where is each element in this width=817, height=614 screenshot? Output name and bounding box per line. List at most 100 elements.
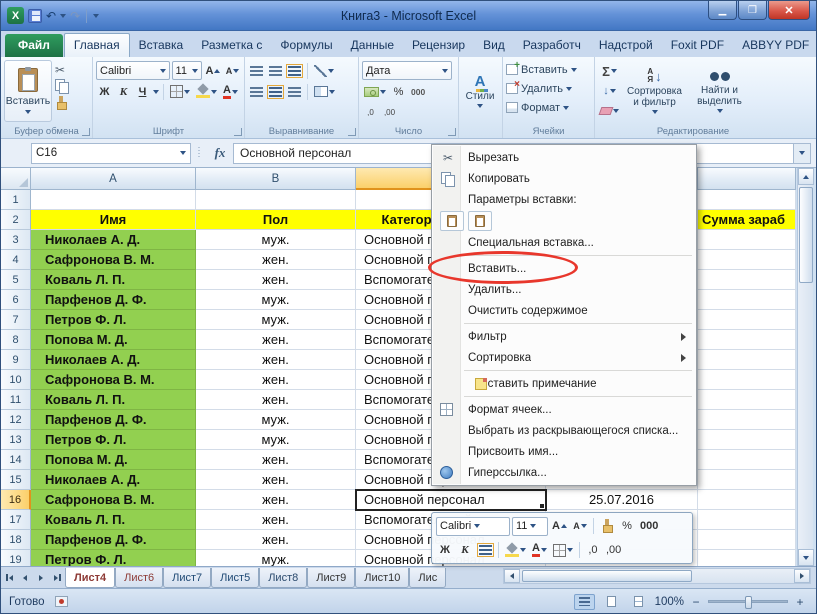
copy-icon[interactable]: [55, 79, 69, 93]
sheet-tab-Лист5[interactable]: Лист5: [211, 568, 259, 588]
mini-italic-button[interactable]: К: [456, 541, 474, 560]
macro-record-icon[interactable]: [55, 596, 68, 607]
cell-A10[interactable]: Сафронова В. М.: [31, 370, 196, 390]
align-center-button[interactable]: [267, 83, 284, 101]
ribbon-tab-Главная[interactable]: Главная: [64, 33, 130, 57]
cell-B11[interactable]: жен.: [196, 390, 356, 410]
mini-percent-button[interactable]: %: [618, 517, 636, 536]
bold-button[interactable]: Ж: [96, 83, 113, 101]
save-icon[interactable]: [28, 9, 42, 23]
horizontal-scrollbar-thumb[interactable]: [522, 570, 692, 582]
name-box-dropdown-icon[interactable]: [180, 151, 186, 155]
zoom-level[interactable]: 100%: [655, 596, 684, 608]
italic-button[interactable]: К: [115, 83, 132, 101]
cell-B7[interactable]: муж.: [196, 310, 356, 330]
minimize-button[interactable]: ▁: [708, 1, 737, 20]
row-header-11[interactable]: 11: [1, 390, 31, 410]
cell-D16[interactable]: 25.07.2016: [546, 490, 698, 510]
menu-item-Вставить-примечание[interactable]: Вставить примечание: [433, 373, 695, 394]
menu-item-Фильтр[interactable]: Фильтр: [433, 326, 695, 347]
cell-E6[interactable]: [698, 290, 796, 310]
zoom-slider[interactable]: [708, 600, 788, 603]
menu-item-Присвоить-имя-[interactable]: Присвоить имя...: [433, 441, 695, 462]
menu-item-Гиперссылка-[interactable]: Гиперссылка...: [433, 462, 695, 483]
menu-item-Вставить-[interactable]: Вставить...: [433, 258, 695, 279]
zoom-in-button[interactable]: +: [794, 595, 806, 609]
underline-dropdown-icon[interactable]: [153, 90, 159, 94]
mini-borders-button[interactable]: [551, 541, 575, 560]
mini-bold-button[interactable]: Ж: [436, 541, 454, 560]
menu-item-Вырезать[interactable]: Вырезать: [433, 147, 695, 168]
orientation-button[interactable]: [312, 62, 336, 80]
cell-E13[interactable]: [698, 430, 796, 450]
comma-style-button[interactable]: 000: [409, 83, 427, 101]
mini-font-color-button[interactable]: [530, 541, 549, 560]
view-page-layout-button[interactable]: [601, 594, 622, 610]
col-header-E[interactable]: [698, 168, 796, 190]
mini-comma-style-button[interactable]: 000: [638, 517, 660, 536]
ribbon-tab-Надстрой[interactable]: Надстрой: [590, 34, 662, 57]
cell-A19[interactable]: Петров Ф. Л.: [31, 550, 196, 566]
decrease-decimal-button[interactable]: ,00: [381, 104, 398, 122]
ribbon-tab-Данные[interactable]: Данные: [342, 34, 403, 57]
view-page-break-button[interactable]: [628, 594, 649, 610]
mini-center-button[interactable]: [476, 541, 494, 560]
accounting-format-button[interactable]: [362, 83, 388, 101]
cell-E17[interactable]: [698, 510, 796, 530]
cell-E4[interactable]: [698, 250, 796, 270]
borders-button[interactable]: [168, 83, 192, 101]
horizontal-scrollbar[interactable]: [503, 568, 811, 584]
next-sheet-button[interactable]: [33, 567, 49, 588]
cell-B12[interactable]: муж.: [196, 410, 356, 430]
cell-B16[interactable]: жен.: [196, 490, 356, 510]
scroll-up-button[interactable]: [798, 168, 814, 185]
cell-B19[interactable]: муж.: [196, 550, 356, 566]
col-header-A[interactable]: A: [31, 168, 196, 190]
ribbon-tab-Рецензир[interactable]: Рецензир: [403, 34, 474, 57]
ribbon-tab-Вид[interactable]: Вид: [474, 34, 514, 57]
first-sheet-button[interactable]: [1, 567, 17, 588]
percent-style-button[interactable]: %: [390, 83, 407, 101]
row-header-8[interactable]: 8: [1, 330, 31, 350]
cell-E3[interactable]: [698, 230, 796, 250]
excel-app-icon[interactable]: X: [7, 7, 24, 24]
cell-B13[interactable]: муж.: [196, 430, 356, 450]
cell-A6[interactable]: Парфенов Д. Ф.: [31, 290, 196, 310]
cell-A15[interactable]: Николаев А. Д.: [31, 470, 196, 490]
row-header-13[interactable]: 13: [1, 430, 31, 450]
close-button[interactable]: ✕: [768, 1, 810, 20]
formula-bar-splitter[interactable]: [195, 144, 203, 162]
align-bottom-button[interactable]: [286, 62, 303, 80]
menu-item-Копировать[interactable]: Копировать: [433, 168, 695, 189]
cell-E15[interactable]: [698, 470, 796, 490]
formula-expand-button[interactable]: [793, 143, 811, 164]
menu-item-Специальная-вставка-[interactable]: Специальная вставка...: [433, 232, 695, 253]
cell-E5[interactable]: [698, 270, 796, 290]
mini-grow-font-button[interactable]: А: [550, 517, 569, 536]
number-dialog-launcher[interactable]: [448, 128, 456, 136]
sheet-tab-Лис[interactable]: Лис: [409, 568, 446, 588]
view-normal-button[interactable]: [574, 594, 595, 610]
shrink-font-button[interactable]: А: [224, 62, 241, 80]
cell-E11[interactable]: [698, 390, 796, 410]
undo-icon[interactable]: ↶: [46, 9, 56, 23]
col-header-B[interactable]: B: [196, 168, 356, 190]
menu-item-Сортировка[interactable]: Сортировка: [433, 347, 695, 368]
zoom-out-button[interactable]: −: [690, 595, 702, 609]
row-header-18[interactable]: 18: [1, 530, 31, 550]
menu-item-Выбрать-из-раскрывающегося-списка-[interactable]: Выбрать из раскрывающегося списка...: [433, 420, 695, 441]
vertical-scrollbar-thumb[interactable]: [799, 187, 813, 283]
insert-cells-button[interactable]: Вставить: [506, 60, 591, 79]
ribbon-tab-ABBYY PDF[interactable]: ABBYY PDF: [733, 34, 817, 57]
cell-B18[interactable]: жен.: [196, 530, 356, 550]
row-header-4[interactable]: 4: [1, 250, 31, 270]
cell-A8[interactable]: Попова М. Д.: [31, 330, 196, 350]
row-header-17[interactable]: 17: [1, 510, 31, 530]
delete-cells-button[interactable]: Удалить: [506, 79, 591, 98]
cell-B9[interactable]: жен.: [196, 350, 356, 370]
scroll-down-button[interactable]: [798, 549, 814, 566]
cell-A7[interactable]: Петров Ф. Л.: [31, 310, 196, 330]
cell-B1[interactable]: [196, 190, 356, 210]
font-color-button[interactable]: [221, 83, 240, 101]
cell-A4[interactable]: Сафронова В. М.: [31, 250, 196, 270]
